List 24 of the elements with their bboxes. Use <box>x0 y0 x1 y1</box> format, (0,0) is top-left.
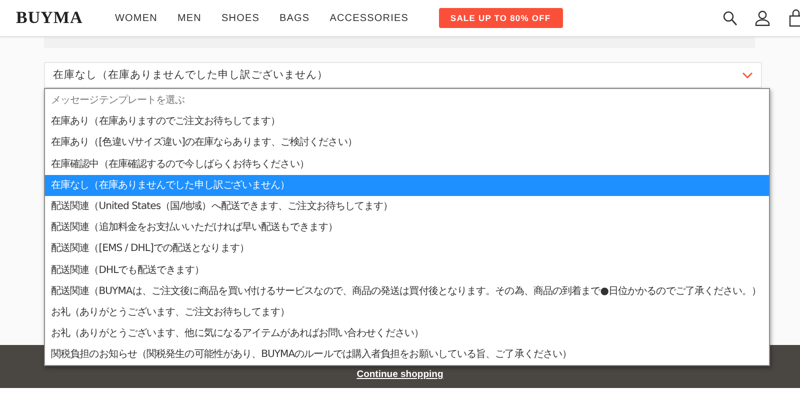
nav-link[interactable]: WOMEN <box>115 12 158 24</box>
dropdown-option[interactable]: 配送関連（United States（国/地域）へ配送できます、ご注文お待ちしてます） <box>45 196 769 218</box>
dropdown-option[interactable]: お礼（ありがとうございます、ご注文お待ちしてます） <box>45 302 769 324</box>
dropdown-option[interactable]: 在庫確認中（在庫確認するので今しばらくお待ちください） <box>45 154 769 175</box>
dropdown-option[interactable]: 在庫あり（在庫ありますのでご注文お待ちしてます） <box>45 111 769 132</box>
dropdown-option[interactable]: メッセージテンプレートを選ぶ <box>45 90 769 112</box>
chevron-icon <box>742 72 753 78</box>
nav-link[interactable]: SHOES <box>221 12 260 24</box>
dropdown-option[interactable]: 関税負担のお知らせ（関税発生の可能性があり、BUYMAのルールでは購入者負担をお願いしている旨、ご了承ください） <box>45 344 769 366</box>
nav-link[interactable]: BAGS <box>280 12 310 24</box>
user-icon[interactable] <box>755 10 770 26</box>
dropdown-option[interactable]: お礼（ありがとうございます、他に気になるアイテムがあればお問い合わせください） <box>45 323 769 344</box>
dropdown-option[interactable]: 配送関連（BUYMAは、ご注文後に商品を買い付けるサービスなので、商品の発送は買付後となります。その為、商品の到着まで●日位かかるのでご了承ください。） <box>45 280 769 302</box>
search-icon[interactable] <box>723 10 737 26</box>
continue-shopping-link[interactable]: Continue shopping <box>356 369 444 380</box>
dropdown-option[interactable]: 在庫あり（[色違い/サイズ違い]の在庫ならあります、ご検討ください） <box>45 132 769 154</box>
template-select[interactable]: 在庫なし（在庫ありませんでした申し訳ございません） <box>44 62 762 88</box>
nav-link[interactable]: ACCESSORIES <box>330 12 409 24</box>
bag-icon[interactable] <box>788 9 800 27</box>
dropdown-option[interactable]: 配送関連（DHLでも配送できます） <box>45 260 769 281</box>
dropdown-option[interactable]: 配送関連（[EMS / DHL]での配送となります） <box>45 238 769 260</box>
dropdown-option[interactable]: 配送関連（追加料金をお支払いいただければ早い配送もできます） <box>45 217 769 238</box>
nav-link[interactable]: MEN <box>177 12 202 24</box>
logo[interactable]: BUYMA <box>16 8 115 28</box>
